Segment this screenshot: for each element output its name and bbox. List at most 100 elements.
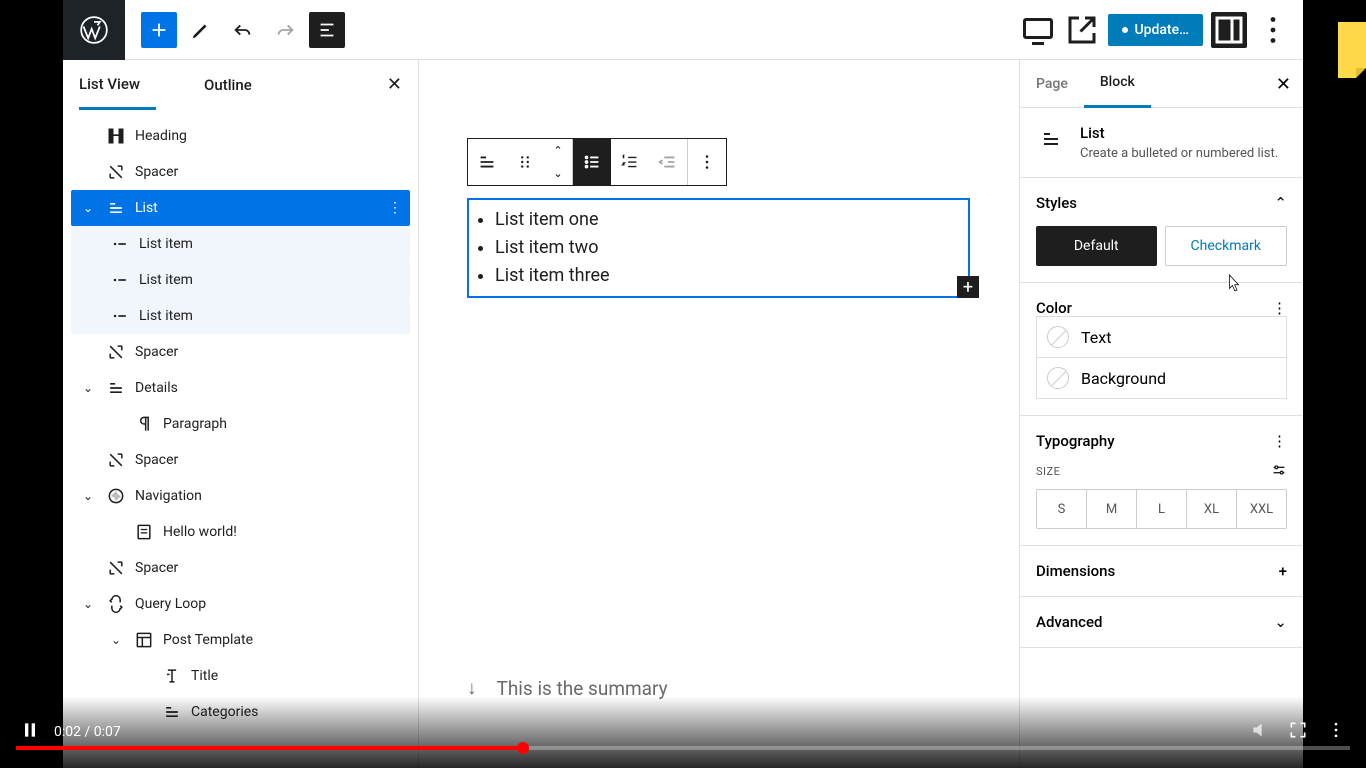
chevron-up-icon: ⌃ bbox=[1274, 194, 1287, 212]
list-view-row[interactable]: Heading bbox=[71, 118, 410, 154]
video-controls: 0:02 / 0:07 bbox=[0, 696, 1366, 768]
size-option-m[interactable]: M bbox=[1087, 490, 1137, 528]
list-block[interactable]: List item oneList item twoList item thre… bbox=[467, 198, 970, 298]
color-panel-header: Color ⋮ bbox=[1036, 299, 1287, 317]
options-menu-button[interactable] bbox=[1255, 12, 1291, 48]
list-view-row[interactable]: Spacer bbox=[71, 154, 410, 190]
list-view-row[interactable]: Spacer bbox=[71, 442, 410, 478]
block-options-button[interactable]: ⋮ bbox=[388, 200, 402, 216]
undo-button[interactable] bbox=[225, 12, 261, 48]
custom-size-button[interactable] bbox=[1271, 462, 1287, 481]
drag-handle[interactable] bbox=[506, 139, 544, 185]
progress-bar[interactable] bbox=[16, 746, 1350, 750]
background-color-button[interactable]: Background bbox=[1036, 357, 1287, 399]
tools-button[interactable] bbox=[183, 12, 219, 48]
more-button[interactable] bbox=[1326, 720, 1346, 744]
block-description: Create a bulleted or numbered list. bbox=[1080, 146, 1287, 161]
size-option-s[interactable]: S bbox=[1037, 490, 1087, 528]
list-view-row[interactable]: Title bbox=[71, 658, 410, 694]
outdent-button[interactable] bbox=[649, 139, 687, 185]
tab-page[interactable]: Page bbox=[1020, 60, 1084, 108]
list-view-row[interactable]: List item bbox=[71, 298, 410, 334]
list-view-row[interactable]: ⌄ Details bbox=[71, 370, 410, 406]
loop-icon bbox=[105, 594, 127, 614]
typography-panel-header: Typography ⋮ bbox=[1036, 432, 1287, 450]
size-option-xl[interactable]: XL bbox=[1187, 490, 1237, 528]
block-card: List Create a bulleted or numbered list. bbox=[1020, 108, 1303, 178]
view-button[interactable] bbox=[1020, 12, 1056, 48]
list-item[interactable]: List item one bbox=[495, 206, 956, 234]
tab-list-view[interactable]: List View bbox=[79, 60, 156, 110]
chevron-down-icon: ⌄ bbox=[1274, 613, 1287, 631]
block-label: List item bbox=[139, 272, 193, 288]
spacer-icon bbox=[105, 342, 127, 362]
template-icon bbox=[133, 630, 155, 650]
list-view-row[interactable]: ⌄Post Template bbox=[71, 622, 410, 658]
fullscreen-button[interactable] bbox=[1288, 720, 1308, 744]
text-color-button[interactable]: Text bbox=[1036, 316, 1287, 358]
block-inserter-button[interactable] bbox=[141, 12, 177, 48]
spacer-icon bbox=[105, 162, 127, 182]
list-view-row[interactable]: List item bbox=[71, 262, 410, 298]
block-label: Details bbox=[135, 380, 178, 396]
tab-block[interactable]: Block bbox=[1084, 60, 1151, 108]
editor-canvas[interactable]: ⌃ ⌄ List item oneList item twoList item … bbox=[419, 60, 1019, 768]
list-item[interactable]: List item three bbox=[495, 262, 956, 290]
list-block-icon bbox=[1036, 124, 1066, 154]
list-view-row[interactable]: Spacer bbox=[71, 334, 410, 370]
block-title: List bbox=[1080, 124, 1287, 142]
style-checkmark-button[interactable]: Checkmark bbox=[1165, 226, 1288, 266]
block-label: List item bbox=[139, 308, 193, 324]
details-icon bbox=[105, 378, 127, 398]
block-label: Hello world! bbox=[163, 524, 237, 540]
spacer-icon bbox=[105, 450, 127, 470]
size-option-xxl[interactable]: XXL bbox=[1237, 490, 1286, 528]
expand-toggle[interactable]: ⌄ bbox=[79, 201, 97, 215]
color-options-button[interactable]: ⋮ bbox=[1272, 299, 1287, 317]
move-down-button[interactable]: ⌄ bbox=[544, 162, 572, 185]
styles-panel-toggle[interactable]: Styles ⌃ bbox=[1036, 194, 1287, 212]
volume-button[interactable] bbox=[1250, 720, 1270, 744]
settings-sidebar-button[interactable] bbox=[1211, 12, 1247, 48]
block-label: List item bbox=[139, 236, 193, 252]
expand-toggle[interactable]: ⌄ bbox=[79, 489, 97, 503]
list-view-row[interactable]: List item bbox=[71, 226, 410, 262]
wp-logo[interactable] bbox=[63, 0, 125, 60]
paragraph-icon bbox=[133, 414, 155, 434]
size-option-l[interactable]: L bbox=[1137, 490, 1187, 528]
expand-toggle[interactable]: ⌄ bbox=[79, 597, 97, 611]
list-view-row[interactable]: Hello world! bbox=[71, 514, 410, 550]
redo-button[interactable] bbox=[267, 12, 303, 48]
listitem-icon bbox=[109, 270, 131, 290]
style-default-button[interactable]: Default bbox=[1036, 226, 1157, 266]
pause-button[interactable] bbox=[20, 720, 40, 744]
listitem-icon bbox=[109, 234, 131, 254]
list-view-row[interactable]: Spacer bbox=[71, 550, 410, 586]
block-label: Query Loop bbox=[135, 596, 206, 612]
expand-toggle[interactable]: ⌄ bbox=[79, 381, 97, 395]
tab-outline[interactable]: Outline bbox=[204, 60, 268, 110]
typography-options-button[interactable]: ⋮ bbox=[1272, 432, 1287, 450]
document-overview-button[interactable] bbox=[309, 12, 345, 48]
list-view-row[interactable]: ⌄List⋮ bbox=[71, 190, 410, 226]
listitem-icon bbox=[109, 306, 131, 326]
list-item[interactable]: List item two bbox=[495, 234, 956, 262]
list-view-row[interactable]: Paragraph bbox=[71, 406, 410, 442]
close-panel-button[interactable]: ✕ bbox=[387, 74, 402, 95]
update-button[interactable]: Update… bbox=[1108, 14, 1203, 46]
append-block-button[interactable]: + bbox=[957, 276, 979, 298]
block-label: Spacer bbox=[135, 452, 178, 468]
dimensions-panel-toggle[interactable]: Dimensions + bbox=[1036, 562, 1287, 580]
advanced-panel-toggle[interactable]: Advanced ⌄ bbox=[1036, 613, 1287, 631]
list-view-row[interactable]: ⌄ Query Loop bbox=[71, 586, 410, 622]
preview-button[interactable] bbox=[1064, 12, 1100, 48]
move-up-button[interactable]: ⌃ bbox=[544, 139, 572, 162]
spacer-icon bbox=[105, 558, 127, 578]
parent-block-button[interactable] bbox=[468, 139, 506, 185]
list-view-row[interactable]: ⌄Navigation bbox=[71, 478, 410, 514]
close-sidebar-button[interactable]: ✕ bbox=[1276, 74, 1291, 95]
unordered-list-button[interactable] bbox=[573, 139, 611, 185]
expand-toggle[interactable]: ⌄ bbox=[107, 633, 125, 647]
block-more-button[interactable] bbox=[688, 139, 726, 185]
ordered-list-button[interactable] bbox=[611, 139, 649, 185]
